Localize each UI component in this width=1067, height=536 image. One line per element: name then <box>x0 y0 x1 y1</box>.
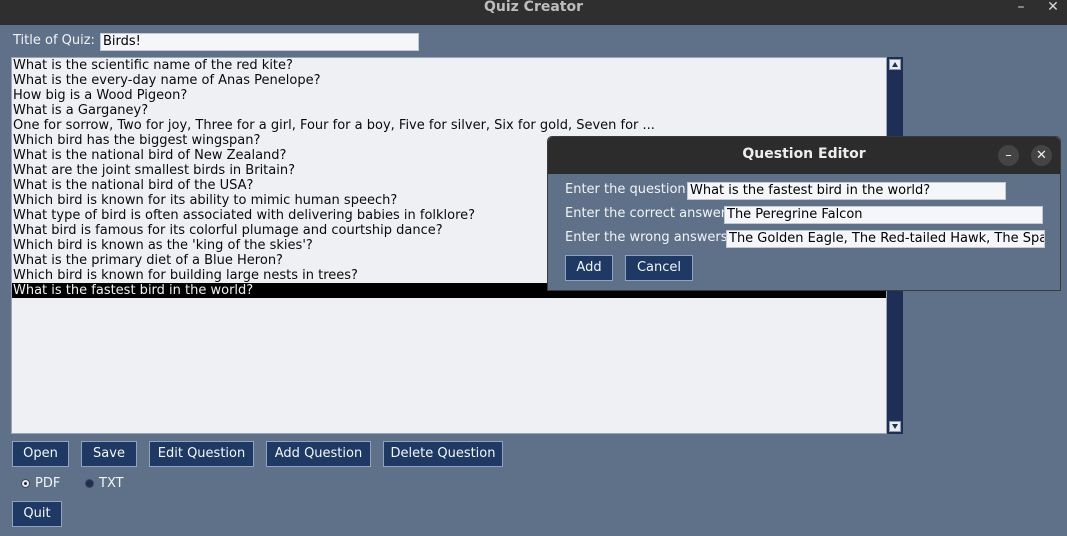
correct-answer-input[interactable]: The Peregrine Falcon <box>724 206 1043 224</box>
dialog-add-button[interactable]: Add <box>565 255 613 281</box>
dialog-minimize-icon[interactable]: – <box>998 145 1019 166</box>
delete-question-button[interactable]: Delete Question <box>383 441 503 467</box>
window-title: Quiz Creator <box>483 0 584 15</box>
question-label: Enter the question: <box>565 182 691 197</box>
quit-button[interactable]: Quit <box>12 501 62 527</box>
dialog-titlebar: Question Editor – ✕ <box>548 137 1060 174</box>
edit-question-button[interactable]: Edit Question <box>149 441 254 467</box>
wrong-answers-label: Enter the wrong answers: <box>565 230 732 245</box>
list-item[interactable]: What is a Garganey? <box>12 103 886 118</box>
list-item[interactable]: How big is a Wood Pigeon? <box>12 88 886 103</box>
scroll-up-icon[interactable] <box>889 59 901 70</box>
close-icon[interactable]: ✕ <box>1043 0 1063 14</box>
list-item[interactable]: What is the scientific name of the red k… <box>12 58 886 73</box>
open-button[interactable]: Open <box>12 441 69 467</box>
dialog-title: Question Editor <box>742 146 866 162</box>
pdf-label: PDF <box>35 476 61 491</box>
scroll-down-icon[interactable] <box>889 421 901 432</box>
minimize-icon[interactable]: – <box>1011 0 1031 14</box>
dialog-cancel-button[interactable]: Cancel <box>625 255 693 281</box>
correct-answer-label: Enter the correct answer: <box>565 206 731 221</box>
window-titlebar: Quiz Creator – ✕ <box>0 0 1067 25</box>
radio-unselected-icon <box>85 479 94 488</box>
txt-label: TXT <box>99 476 124 491</box>
dialog-close-icon[interactable]: ✕ <box>1031 145 1052 166</box>
list-item[interactable]: What is the every-day name of Anas Penel… <box>12 73 886 88</box>
question-input[interactable]: What is the fastest bird in the world? <box>687 182 1006 200</box>
quiz-title-input[interactable]: Birds! <box>100 33 419 51</box>
list-item[interactable]: One for sorrow, Two for joy, Three for a… <box>12 118 886 133</box>
add-question-button[interactable]: Add Question <box>266 441 371 467</box>
quiz-title-label: Title of Quiz: <box>13 33 95 48</box>
question-editor-dialog: Question Editor – ✕ Enter the question: … <box>547 136 1061 291</box>
radio-selected-icon <box>21 479 30 488</box>
wrong-answers-input[interactable]: The Golden Eagle, The Red-tailed Hawk, T… <box>726 230 1045 248</box>
save-button[interactable]: Save <box>81 441 137 467</box>
